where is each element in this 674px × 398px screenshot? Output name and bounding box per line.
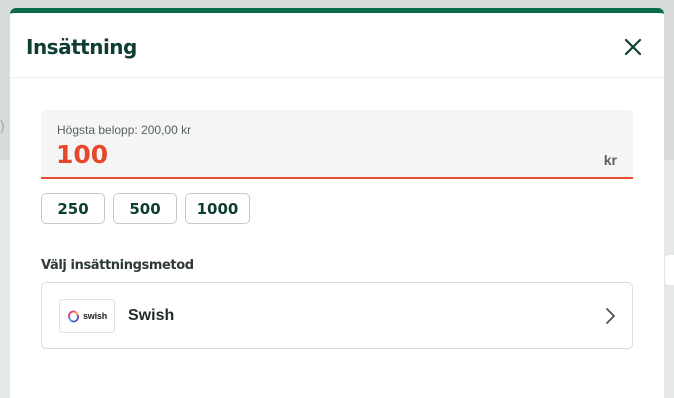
deposit-modal: Insättning Högsta belopp: 200,00 kr 100 … xyxy=(10,8,664,398)
modal-title: Insättning xyxy=(26,35,137,59)
background-edge xyxy=(665,255,674,285)
amount-value[interactable]: 100 xyxy=(56,140,108,169)
swish-logo-text: swish xyxy=(82,311,107,321)
payment-method-name: Swish xyxy=(128,307,175,324)
amount-unit: kr xyxy=(603,152,617,168)
swish-symbol-icon xyxy=(67,310,79,322)
chevron-right-icon xyxy=(606,308,615,324)
quick-amount-500-button[interactable]: 500 xyxy=(113,193,177,224)
quick-amount-1000-button[interactable]: 1000 xyxy=(185,193,250,224)
close-icon xyxy=(624,38,642,56)
swish-logo-icon: swish xyxy=(59,299,115,333)
payment-method-swish[interactable]: swish Swish xyxy=(41,282,633,349)
modal-header: Insättning xyxy=(10,13,664,78)
amount-max-label: Högsta belopp: 200,00 kr xyxy=(57,123,192,137)
method-section-label: Välj insättningsmetod xyxy=(41,258,194,273)
close-button[interactable] xyxy=(621,35,645,59)
amount-input[interactable]: Högsta belopp: 200,00 kr 100 kr xyxy=(41,110,633,179)
quick-amount-250-button[interactable]: 250 xyxy=(41,193,105,224)
